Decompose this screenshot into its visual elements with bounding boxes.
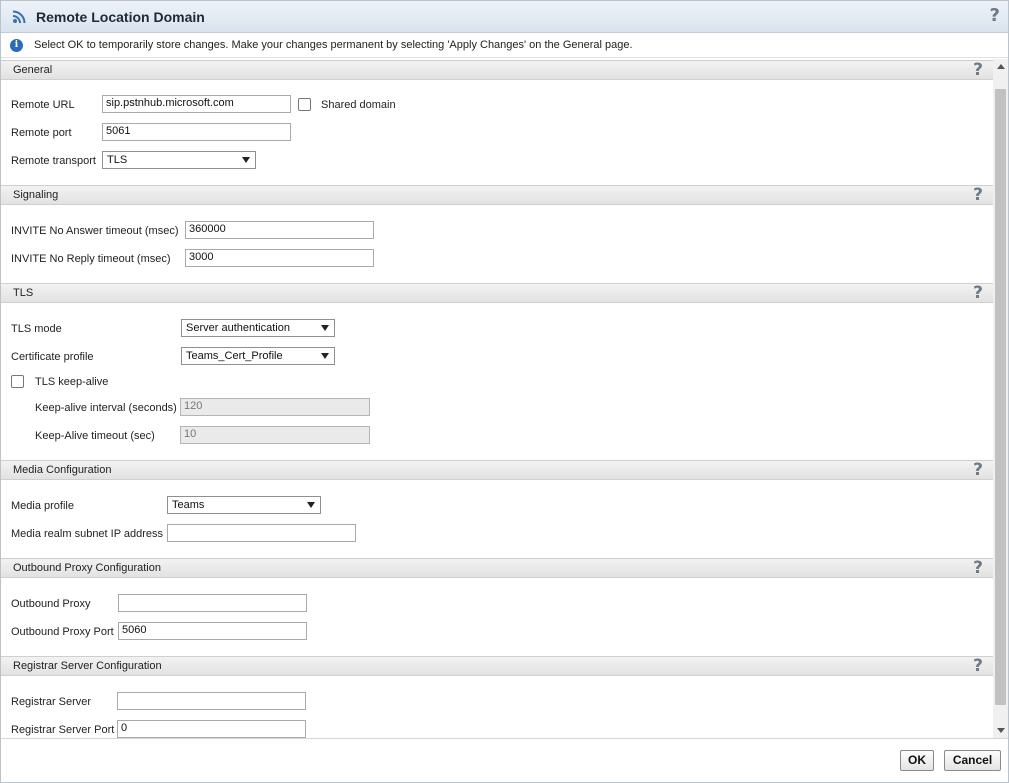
shared-domain-label: Shared domain [321,99,396,111]
invite-no-reply-label: INVITE No Reply timeout (msec) [11,253,171,265]
outbound-proxy-port-label: Outbound Proxy Port [11,626,114,638]
help-icon[interactable]: ? [973,60,983,80]
media-realm-label: Media realm subnet IP address [11,528,164,540]
scrollbar-thumb[interactable] [995,89,1006,705]
help-icon[interactable]: ? [973,185,983,205]
tls-keep-alive-checkbox[interactable] [11,375,24,388]
form-content: General ? Remote URL sip.pstnhub.microso… [1,59,993,738]
remote-transport-select[interactable]: TLS [102,151,256,169]
tls-mode-select[interactable]: Server authentication [181,319,335,337]
media-realm-input[interactable] [167,524,356,542]
info-icon: i [10,39,23,52]
invite-no-answer-input[interactable]: 360000 [185,221,374,239]
shared-domain-checkbox[interactable] [298,98,311,111]
scroll-up-arrow-icon[interactable] [997,64,1005,69]
section-header-media[interactable]: Media Configuration ? [1,460,993,480]
chevron-down-icon [242,157,250,163]
remote-location-domain-dialog: Remote Location Domain ? i Select OK to … [0,0,1009,783]
chevron-down-icon [307,502,315,508]
info-bar: i Select OK to temporarily store changes… [1,34,1008,58]
help-icon[interactable]: ? [973,283,983,303]
outbound-proxy-label: Outbound Proxy [11,598,91,610]
keep-alive-timeout-input: 10 [180,426,370,444]
outbound-proxy-input[interactable] [118,594,307,612]
selected-value: Teams_Cert_Profile [186,350,283,362]
chevron-down-icon [321,325,329,331]
help-icon[interactable]: ? [973,558,983,578]
section-title: Signaling [13,189,59,201]
ok-button[interactable]: OK [900,750,934,771]
info-message: Select OK to temporarily store changes. … [34,39,633,51]
section-title: Outbound Proxy Configuration [13,562,161,574]
tls-keep-alive-label: TLS keep-alive [35,376,109,388]
cancel-button[interactable]: Cancel [944,750,1001,771]
scroll-down-arrow-icon[interactable] [997,728,1005,733]
section-title: TLS [13,287,34,299]
section-title: Registrar Server Configuration [13,660,162,672]
selected-value: TLS [107,154,128,166]
section-header-tls[interactable]: TLS ? [1,283,993,303]
registrar-server-port-input[interactable]: 0 [117,720,306,738]
certificate-profile-select[interactable]: Teams_Cert_Profile [181,347,335,365]
rss-feed-icon [12,10,28,24]
registrar-server-input[interactable] [117,692,306,710]
selected-value: Teams [172,499,205,511]
help-icon[interactable]: ? [990,5,1000,26]
title-bar: Remote Location Domain ? [1,1,1008,33]
section-header-general[interactable]: General ? [1,60,993,80]
section-header-outbound-proxy[interactable]: Outbound Proxy Configuration ? [1,558,993,578]
chevron-down-icon [321,353,329,359]
keep-alive-interval-input: 120 [180,398,370,416]
help-icon[interactable]: ? [973,460,983,480]
registrar-server-port-label: Registrar Server Port [11,724,115,736]
invite-no-reply-input[interactable]: 3000 [185,249,374,267]
registrar-server-label: Registrar Server [11,696,92,708]
certificate-profile-label: Certificate profile [11,351,94,363]
dialog-title: Remote Location Domain [36,9,205,25]
keep-alive-interval-label: Keep-alive interval (seconds) [35,402,177,414]
remote-url-input[interactable]: sip.pstnhub.microsoft.com [102,95,291,113]
media-profile-select[interactable]: Teams [167,496,321,514]
selected-value: Server authentication [186,322,290,334]
help-icon[interactable]: ? [973,656,983,676]
remote-transport-label: Remote transport [11,155,96,167]
keep-alive-timeout-label: Keep-Alive timeout (sec) [35,430,155,442]
section-title: General [13,64,53,76]
outbound-proxy-port-input[interactable]: 5060 [118,622,307,640]
section-title: Media Configuration [13,464,112,476]
remote-port-input[interactable]: 5061 [102,123,291,141]
remote-url-label: Remote URL [11,99,75,111]
media-profile-label: Media profile [11,500,74,512]
section-header-signaling[interactable]: Signaling ? [1,185,993,205]
vertical-scrollbar[interactable] [993,59,1008,738]
section-header-registrar[interactable]: Registrar Server Configuration ? [1,656,993,676]
invite-no-answer-label: INVITE No Answer timeout (msec) [11,225,179,237]
tls-mode-label: TLS mode [11,323,62,335]
dialog-footer: OK Cancel [1,738,1008,782]
remote-port-label: Remote port [11,127,72,139]
